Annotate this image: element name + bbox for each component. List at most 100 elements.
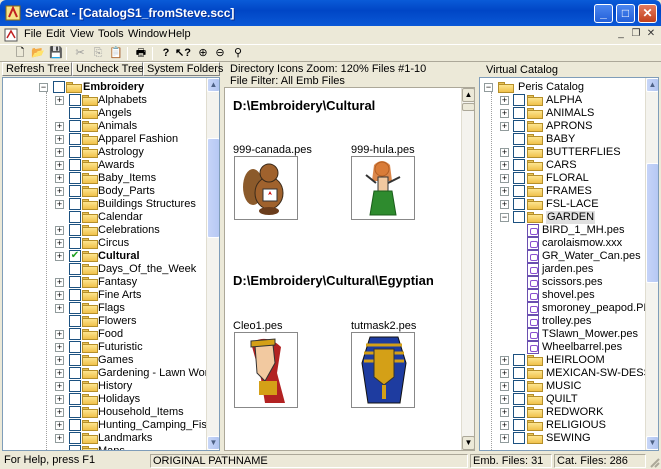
expand-icon[interactable]: + — [500, 187, 509, 196]
expand-icon[interactable]: + — [500, 148, 509, 157]
catalog-file[interactable]: TSlawn_Mower.pes — [480, 328, 658, 341]
tree-item-folder[interactable]: + Landmarks — [3, 432, 203, 445]
tree-item-folder[interactable]: + Fantasy — [3, 276, 203, 289]
expand-icon[interactable]: + — [55, 369, 64, 378]
checkbox[interactable] — [69, 224, 81, 236]
menu-help[interactable]: Help — [168, 28, 191, 40]
expand-icon[interactable]: + — [55, 148, 64, 157]
checkbox[interactable] — [69, 354, 81, 366]
expand-icon[interactable]: − — [39, 83, 48, 92]
scroll-up-arrow[interactable]: ▲ — [646, 78, 658, 92]
catalog-file[interactable]: jarden.pes — [480, 263, 658, 276]
tree-item-folder[interactable]: + Food — [3, 328, 203, 341]
design-thumbnail-tutmask[interactable] — [351, 332, 415, 408]
print-icon[interactable]: 🖶 — [133, 46, 149, 61]
refresh-tree-button[interactable]: Refresh Tree — [2, 62, 72, 76]
expand-icon[interactable]: + — [55, 200, 64, 209]
catalog-file[interactable]: shovel.pes — [480, 289, 658, 302]
checkbox[interactable] — [69, 315, 81, 327]
checkbox[interactable] — [69, 432, 81, 444]
checkbox[interactable] — [69, 341, 81, 353]
tree-item-folder[interactable]: Flowers — [3, 315, 203, 328]
tree-item-folder[interactable]: + History — [3, 380, 203, 393]
tree-item-peris-catalog[interactable]: − Peris Catalog — [480, 81, 658, 94]
catalog-folder[interactable]: + FSL-LACE — [480, 198, 658, 211]
scroll-up-arrow[interactable]: ▲ — [462, 88, 474, 102]
checkbox[interactable] — [513, 406, 525, 418]
catalog-file[interactable]: BIRD_1_MH.pes — [480, 224, 658, 237]
catalog-file[interactable]: carolaismow.xxx — [480, 237, 658, 250]
checkbox[interactable] — [513, 419, 525, 431]
system-folders-button[interactable]: System Folders — [143, 62, 223, 76]
expand-icon[interactable]: + — [55, 96, 64, 105]
tree-item-folder[interactable]: + Animals — [3, 120, 203, 133]
scroll-thumb[interactable] — [462, 103, 474, 111]
checkbox[interactable] — [513, 133, 525, 145]
checkbox[interactable] — [69, 276, 81, 288]
catalog-folder[interactable]: + BUTTERFLIES — [480, 146, 658, 159]
checkbox[interactable] — [513, 159, 525, 171]
catalog-folder[interactable]: + QUILT — [480, 393, 658, 406]
checkbox[interactable] — [513, 393, 525, 405]
menu-window[interactable]: Window — [128, 28, 167, 40]
expand-icon[interactable]: + — [500, 356, 509, 365]
checkbox[interactable] — [69, 185, 81, 197]
expand-icon[interactable]: + — [500, 395, 509, 404]
resize-grip-icon[interactable] — [648, 456, 660, 468]
mdi-minimize-button[interactable]: _ — [614, 28, 628, 41]
expand-icon[interactable]: + — [500, 421, 509, 430]
expand-icon[interactable]: + — [55, 239, 64, 248]
catalog-file[interactable]: GR_Water_Can.pes — [480, 250, 658, 263]
left-scrollbar[interactable]: ▲ ▼ — [206, 78, 219, 450]
expand-icon[interactable]: + — [500, 434, 509, 443]
middle-scrollbar[interactable]: ▲ ▼ — [461, 88, 474, 450]
new-icon[interactable]: 🗋 — [12, 46, 28, 61]
expand-icon[interactable]: + — [500, 109, 509, 118]
tree-item-embroidery[interactable]: − Embroidery — [3, 81, 203, 94]
tree-item-folder[interactable]: Angels — [3, 107, 203, 120]
tree-item-folder[interactable]: Calendar — [3, 211, 203, 224]
checkbox[interactable] — [513, 185, 525, 197]
expand-icon[interactable]: + — [55, 421, 64, 430]
expand-icon[interactable]: + — [55, 408, 64, 417]
catalog-file[interactable]: trolley.pes — [480, 315, 658, 328]
copy-icon[interactable]: ⎘ — [90, 46, 106, 61]
tree-item-folder[interactable]: + Awards — [3, 159, 203, 172]
checkbox[interactable] — [69, 133, 81, 145]
catalog-folder[interactable]: + CARS — [480, 159, 658, 172]
expand-icon[interactable]: + — [55, 434, 64, 443]
expand-icon[interactable]: + — [55, 343, 64, 352]
expand-icon[interactable]: + — [500, 382, 509, 391]
checkbox[interactable] — [69, 211, 81, 223]
checkbox[interactable]: ✔ — [69, 250, 81, 262]
tree-item-folder[interactable]: + Household_Items — [3, 406, 203, 419]
catalog-folder[interactable]: + RELIGIOUS — [480, 419, 658, 432]
document-icon[interactable] — [4, 28, 18, 42]
catalog-folder[interactable]: + MEXICAN-SW-DESSERT — [480, 367, 658, 380]
title-bar[interactable]: SewCat - [CatalogS1_fromSteve.scc] _ □ ✕ — [0, 0, 661, 26]
tree-item-folder[interactable]: Maps — [3, 445, 203, 450]
tree-item-folder[interactable]: + Apparel Fashion — [3, 133, 203, 146]
expand-icon[interactable]: + — [55, 252, 64, 261]
catalog-file[interactable]: scissors.pes — [480, 276, 658, 289]
scroll-down-arrow[interactable]: ▼ — [646, 436, 658, 450]
tree-item-folder[interactable]: + Holidays — [3, 393, 203, 406]
tree-item-folder[interactable]: + Celebrations — [3, 224, 203, 237]
checkbox[interactable] — [513, 211, 525, 223]
find-icon[interactable]: ⚲ — [230, 46, 246, 61]
tree-item-folder[interactable]: + Buildings Structures — [3, 198, 203, 211]
scroll-down-arrow[interactable]: ▼ — [462, 436, 474, 450]
checkbox[interactable] — [513, 94, 525, 106]
checkbox[interactable] — [513, 120, 525, 132]
scroll-thumb[interactable] — [646, 163, 658, 283]
catalog-folder[interactable]: + REDWORK — [480, 406, 658, 419]
expand-icon[interactable]: + — [500, 96, 509, 105]
tree-item-folder[interactable]: Days_Of_the_Week — [3, 263, 203, 276]
catalog-folder-garden[interactable]: − GARDEN — [480, 211, 658, 224]
catalog-file[interactable]: smoroney_peapod.PES — [480, 302, 658, 315]
expand-icon[interactable]: + — [500, 161, 509, 170]
checkbox[interactable] — [69, 328, 81, 340]
zoom-in-icon[interactable]: ⊕ — [195, 46, 211, 61]
checkbox[interactable] — [513, 172, 525, 184]
icon-view[interactable]: D:\Embroidery\Cultural 999-canada.pes 99… — [224, 87, 475, 451]
